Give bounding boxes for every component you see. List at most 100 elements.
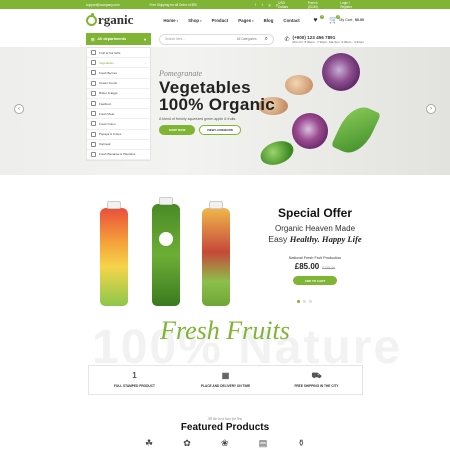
logo[interactable]: rganic <box>86 12 133 28</box>
offer-price: £85.00 £125.00 <box>294 262 336 271</box>
chevron-down-icon: ▾ <box>252 18 254 23</box>
category-icon <box>91 80 96 86</box>
offer-product-name: National Fresh Fruit Production <box>288 256 342 260</box>
department-item[interactable]: Fresh Berries <box>87 68 150 79</box>
nav-contact[interactable]: Contact <box>283 18 299 23</box>
fruit-icon[interactable]: ✿ <box>183 438 191 449</box>
red-cabbage-image <box>322 53 360 91</box>
feature-item: 1 FULL STAMPED PRODUCT <box>114 371 155 389</box>
hero-banner: Pomegranate Vegetables 100% Organic A bl… <box>0 47 450 175</box>
bottle-label-icon <box>159 232 173 246</box>
department-item[interactable]: Oatmeal <box>87 140 150 150</box>
departments-menu: Fruit & Nut Gifts Vegetables › Fresh Berr… <box>86 47 151 162</box>
category-icon <box>91 60 96 66</box>
add-to-cart-button[interactable]: ADD TO CART <box>293 276 337 285</box>
category-select[interactable]: All Categories <box>237 37 257 41</box>
bread-icon[interactable]: ▤ <box>259 438 268 449</box>
topbar-right: USD Dollars French (CI/JN) Login / Regis… <box>278 1 360 9</box>
carousel-dot[interactable] <box>309 300 312 303</box>
department-item[interactable]: Ocean Foods <box>87 79 150 89</box>
chevron-left-icon[interactable]: ‹ <box>14 104 24 114</box>
twitter-icon[interactable]: t <box>262 3 263 7</box>
carousel-dot[interactable] <box>297 300 300 303</box>
department-item[interactable]: Fastfood <box>87 99 150 110</box>
wishlist-count: 0 <box>320 14 325 19</box>
wishlist-icon[interactable]: ♥ 0 <box>313 14 325 24</box>
hero-pretitle: Pomegranate <box>159 69 203 78</box>
shipping-notice: Free Shipping for all Order of $99 <box>149 2 197 7</box>
offer-line2: Easy Healthy. Happy Life <box>268 234 362 244</box>
chevron-right-icon[interactable]: › <box>426 104 436 114</box>
potato-image <box>285 75 313 95</box>
fresh-fruits-heading: Fresh Fruits <box>160 316 290 345</box>
jar-icon[interactable]: ⚱ <box>297 438 305 449</box>
category-icon <box>91 131 96 137</box>
truck-icon: ⛟ <box>311 371 322 380</box>
featured-subtitle: All the best item for You <box>207 417 243 421</box>
juice-bottle <box>100 201 128 306</box>
nav-pages[interactable]: Pages▾ <box>238 18 253 23</box>
nav-shop[interactable]: Shop▾ <box>188 18 202 23</box>
juice-bottle <box>202 201 230 306</box>
phone-contact: ✆ (+900) 123 456 7891 Mon-Fri: 8:30am - … <box>284 35 364 44</box>
category-icons: ☘ ✿ ❀ ▤ ⚱ <box>145 438 305 449</box>
view-lookbook-button[interactable]: VIEW LOOKBOOK <box>199 125 241 135</box>
department-item[interactable]: Fresh Onion <box>87 119 150 130</box>
category-icon <box>91 121 96 127</box>
department-item[interactable]: Fresh Bananas & Plantains <box>87 150 150 161</box>
google-icon[interactable]: g <box>269 3 271 7</box>
calendar-icon: ▦ <box>221 371 230 380</box>
stamp-icon: 1 <box>132 371 137 380</box>
chevron-down-icon: ▾ <box>176 18 179 23</box>
category-icon <box>91 70 96 76</box>
category-icon <box>91 111 96 117</box>
offer-title: Special Offer <box>277 206 353 220</box>
offer-line1: Organic Heaven Made <box>274 224 356 233</box>
search-input[interactable]: Search here... All Categories ⌕ <box>159 33 274 45</box>
top-bar: support@company.com Free Shipping for al… <box>0 0 450 9</box>
cart-icon: 🛒 0 <box>329 14 341 24</box>
header-right: ♥ 0 🛒 0 My Cart: $0.00 <box>313 14 364 24</box>
hero-title-line2: 100% Organic <box>159 95 276 114</box>
cart-label: My Cart: <box>339 18 353 22</box>
facebook-icon[interactable]: f <box>255 3 256 7</box>
phone-icon: ✆ <box>284 36 290 43</box>
all-departments-button[interactable]: ☰ All departments ▾ <box>86 33 151 45</box>
featured-title: Featured Products <box>180 422 270 433</box>
category-icon <box>91 151 96 157</box>
feature-item: ⛟ FREE SHIPPING IN THE CITY <box>294 371 339 389</box>
category-icon <box>91 90 96 96</box>
department-item[interactable]: Fruit & Nut Gifts <box>87 48 150 59</box>
juice-bottle <box>152 197 180 306</box>
department-item[interactable]: Vegetables › <box>87 58 150 69</box>
juice-bottles-image <box>100 196 230 306</box>
currency-select[interactable]: USD Dollars <box>278 1 294 9</box>
department-item[interactable]: Fresh Meat <box>87 109 150 120</box>
features-bar: 1 FULL STAMPED PRODUCT ▦ PLACE AND DELIVER… <box>88 365 363 395</box>
search-placeholder: Search here... <box>165 37 186 41</box>
category-icon <box>91 50 96 56</box>
feature-item: ▦ PLACE AND DELIVERY ON TIME <box>200 371 251 389</box>
cart-button[interactable]: 🛒 0 My Cart: $0.00 <box>329 14 364 24</box>
flower-icon[interactable]: ❀ <box>221 438 229 449</box>
support-email[interactable]: support@company.com <box>86 3 119 7</box>
opening-hours: Mon-Fri: 8:30am - 7:30pm; Sat-Sun: 9:30a… <box>292 39 364 44</box>
vegetable-icon[interactable]: ☘ <box>145 438 153 449</box>
all-departments-label: All departments <box>97 37 127 41</box>
language-select[interactable]: French (CI/JN) <box>308 1 327 9</box>
shop-now-button[interactable]: SHOP NOW <box>159 125 195 135</box>
nav-product[interactable]: Product <box>212 18 229 23</box>
department-item[interactable]: Papaya & Crisps <box>87 130 150 140</box>
department-item[interactable]: Butter & Eggs <box>87 89 150 99</box>
search-icon[interactable]: ⌕ <box>265 36 268 43</box>
nav-home[interactable]: Home▾ <box>163 18 178 23</box>
login-link[interactable]: Login / Register <box>340 1 360 9</box>
category-icon <box>91 141 96 147</box>
category-icon <box>91 101 96 107</box>
carousel-dot[interactable] <box>303 300 306 303</box>
nav-blog[interactable]: Blog <box>264 18 274 23</box>
cart-total: $0.00 <box>355 18 364 22</box>
hero-subtitle: A blend of freshly squeezed green apple … <box>159 117 236 121</box>
carousel-dots <box>297 300 312 303</box>
special-offer: Special Offer Organic Heaven Made Easy H… <box>250 206 380 285</box>
